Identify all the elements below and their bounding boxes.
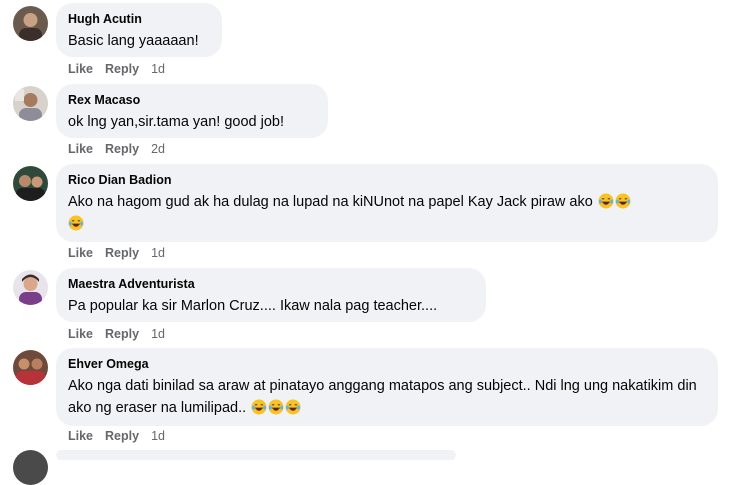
- like-button[interactable]: Like: [68, 141, 93, 157]
- laughing-tears-icon: [268, 399, 284, 415]
- reply-button[interactable]: Reply: [105, 326, 139, 342]
- reply-button[interactable]: Reply: [105, 141, 139, 157]
- comment-bubble: Ehver Omega Ako nga dati binilad sa araw…: [56, 348, 718, 426]
- comment-bubble: Rex Macaso ok lng yan,sir.tama yan! good…: [56, 84, 328, 138]
- comment-text: Ako nga dati binilad sa araw at pinatayo…: [68, 375, 706, 419]
- comment-text: ok lng yan,sir.tama yan! good job!: [68, 114, 285, 130]
- laughing-tears-icon: [251, 399, 267, 415]
- avatar[interactable]: [13, 166, 48, 201]
- comment-author[interactable]: Maestra Adventurista: [68, 276, 474, 293]
- reply-button[interactable]: Reply: [105, 428, 139, 444]
- laughing-tears-icon: [285, 399, 301, 415]
- avatar[interactable]: [13, 350, 48, 385]
- like-button[interactable]: Like: [68, 326, 93, 342]
- comment-text: Basic lang yaaaaan!: [68, 33, 199, 49]
- comment-actions: Like Reply 1d: [68, 428, 165, 444]
- reply-button[interactable]: Reply: [105, 245, 139, 261]
- comment-text: Pa popular ka sir Marlon Cruz.... Ikaw n…: [68, 298, 438, 314]
- comment-timestamp[interactable]: 1d: [151, 245, 165, 261]
- comment-text: Ako na hagom gud ak ha dulag na lupad na…: [68, 191, 706, 235]
- comment-actions: Like Reply 1d: [68, 245, 165, 261]
- avatar[interactable]: [13, 450, 48, 485]
- like-button[interactable]: Like: [68, 245, 93, 261]
- avatar[interactable]: [13, 86, 48, 121]
- laughing-tears-icon: [68, 215, 84, 231]
- avatar[interactable]: [13, 270, 48, 305]
- comment-author[interactable]: Ehver Omega: [68, 356, 706, 373]
- reply-button[interactable]: Reply: [105, 61, 139, 77]
- comment-timestamp[interactable]: 1d: [151, 326, 165, 342]
- comment-timestamp[interactable]: 1d: [151, 61, 165, 77]
- comment-text-content: Ako na hagom gud ak ha dulag na lupad na…: [68, 194, 593, 210]
- comment-actions: Like Reply 2d: [68, 141, 165, 157]
- avatar[interactable]: [13, 6, 48, 41]
- comment-bubble: [56, 450, 456, 460]
- comment-author[interactable]: Rico Dian Badion: [68, 172, 706, 189]
- comment-bubble: Maestra Adventurista Pa popular ka sir M…: [56, 268, 486, 322]
- comment-author[interactable]: Hugh Acutin: [68, 11, 210, 28]
- comment-actions: Like Reply 1d: [68, 326, 165, 342]
- like-button[interactable]: Like: [68, 61, 93, 77]
- laughing-tears-icon: [598, 193, 614, 209]
- comment-actions: Like Reply 1d: [68, 61, 165, 77]
- comment-author[interactable]: Rex Macaso: [68, 92, 316, 109]
- like-button[interactable]: Like: [68, 428, 93, 444]
- laughing-tears-icon: [615, 193, 631, 209]
- comment-bubble: Rico Dian Badion Ako na hagom gud ak ha …: [56, 164, 718, 242]
- comment-timestamp[interactable]: 1d: [151, 428, 165, 444]
- comment-text-content: Ako nga dati binilad sa araw at pinatayo…: [68, 378, 697, 416]
- comment-timestamp[interactable]: 2d: [151, 141, 165, 157]
- comment-bubble: Hugh Acutin Basic lang yaaaaan!: [56, 3, 222, 57]
